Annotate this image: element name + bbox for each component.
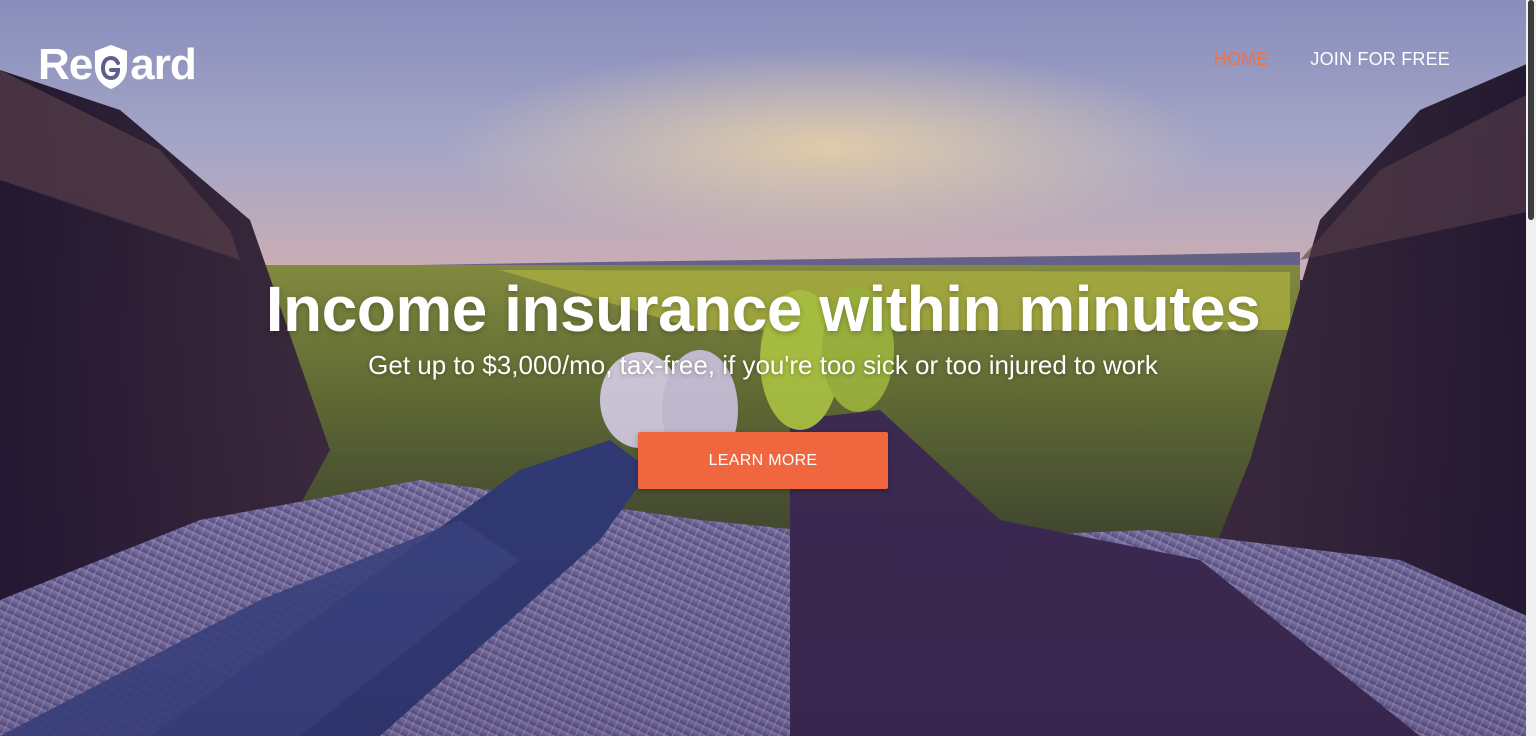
shield-logo-icon — [93, 43, 129, 91]
hero-subtitle: Get up to $3,000/mo, tax-free, if you're… — [368, 350, 1158, 380]
main-nav: HOME JOIN FOR FREE — [1214, 49, 1450, 70]
learn-more-button[interactable]: LEARN MORE — [638, 432, 888, 489]
landing-page: Re ard HOME JOIN FOR FREE Income insuran… — [0, 0, 1536, 736]
brand-logo[interactable]: Re ard — [38, 36, 197, 94]
scrollbar-thumb[interactable] — [1528, 0, 1534, 220]
logo-text-re: Re — [38, 40, 93, 89]
hero-title: Income insurance within minutes — [265, 273, 1261, 345]
page-scrollbar[interactable] — [1526, 0, 1536, 736]
logo-text-ard: ard — [130, 40, 196, 89]
nav-join-for-free-link[interactable]: JOIN FOR FREE — [1310, 49, 1450, 70]
nav-home-link[interactable]: HOME — [1214, 49, 1269, 70]
